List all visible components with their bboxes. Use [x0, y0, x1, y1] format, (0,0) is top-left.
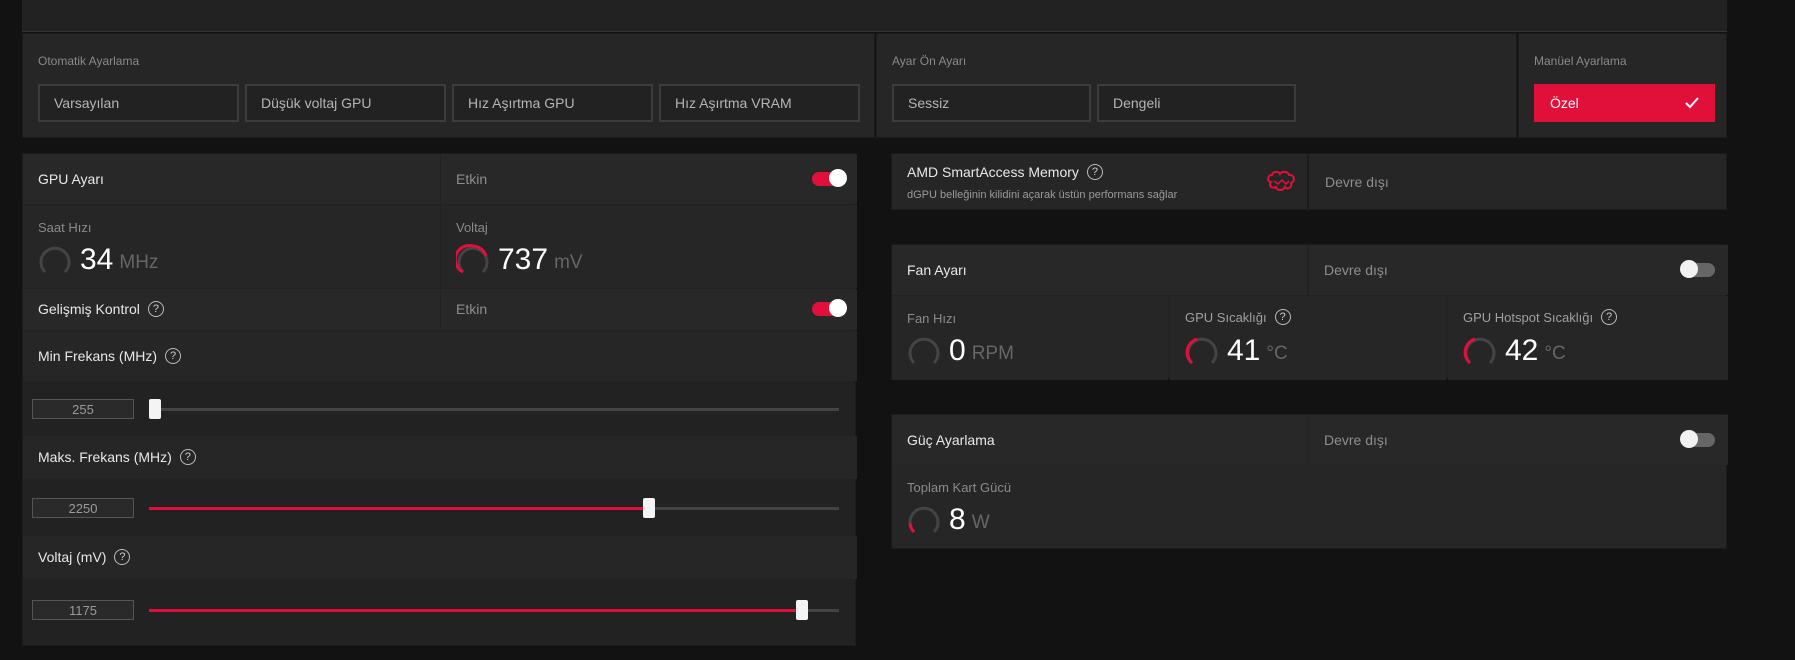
fan-speed-cell: Fan Hızı 0 RPM [892, 296, 1168, 380]
preset-panel: Ayar Ön Ayarı Sessiz Dengeli [876, 33, 1517, 138]
preset-overclock-vram-button[interactable]: Hız Aşırtma VRAM [659, 84, 860, 122]
fan-speed-unit: RPM [971, 343, 1014, 364]
gpu-temperature-value: 41 [1227, 334, 1261, 367]
manual-tuning-title: Manüel Ayarlama [1534, 54, 1627, 68]
power-tuning-title: Güç Ayarlama [907, 432, 995, 448]
voltage-mv-slider[interactable] [23, 583, 857, 638]
fan-speed-label: Fan Hızı [907, 311, 957, 326]
gpu-hotspot-value: 42 [1505, 334, 1539, 367]
gpu-tuning-title: GPU Ayarı [38, 171, 104, 187]
voltage-mv-slider-row: 1175 [23, 580, 857, 635]
hotspot-gauge-icon [1463, 337, 1496, 365]
voltage-label: Voltaj [456, 220, 488, 235]
fan-tuning-toggle[interactable] [1680, 260, 1715, 278]
preset-undervolt-gpu-button[interactable]: Düşük voltaj GPU [245, 84, 446, 122]
checkmark-icon [1685, 97, 1699, 109]
total-board-power-label: Toplam Kart Gücü [907, 480, 1012, 495]
voltage-value: 737 [498, 243, 549, 276]
help-icon[interactable]: ? [147, 301, 164, 317]
power-tuning-panel: Güç Ayarlama Devre dışı Toplam Kart Gücü… [891, 414, 1728, 549]
slider-fill [149, 609, 802, 612]
min-frequency-label: Min Frekans (MHz) [38, 348, 158, 364]
gpu-tuning-header: GPU Ayarı [23, 154, 440, 204]
auto-tuning-panel: Otomatik Ayarlama Varsayılan Düşük volta… [22, 33, 875, 138]
preset-default-button[interactable]: Varsayılan [38, 84, 239, 122]
manual-tuning-panel: Manüel Ayarlama Özel [1518, 33, 1727, 138]
gpu-tuning-state-cell: Etkin [441, 154, 857, 204]
fan-gauge-icon [908, 337, 940, 365]
preset-overclock-gpu-button[interactable]: Hız Aşırtma GPU [452, 84, 653, 122]
fan-tuning-state-cell: Devre dışı [1309, 245, 1728, 295]
help-icon[interactable]: ? [1274, 309, 1291, 325]
fan-tuning-title: Fan Ayarı [907, 262, 967, 278]
advanced-control-label: Gelişmiş Kontrol [38, 301, 140, 317]
custom-preset-button[interactable]: Özel [1534, 84, 1715, 122]
voltage-unit: mV [554, 252, 583, 273]
max-frequency-slider-row: 2250 [23, 480, 857, 535]
gpu-hotspot-label: GPU Hotspot Sıcaklığı [1463, 309, 1594, 325]
help-icon[interactable]: ? [1086, 164, 1103, 180]
total-board-power-value: 8 [949, 503, 966, 536]
slider-thumb[interactable] [795, 600, 808, 620]
voltage-mv-header: Voltaj (mV) ? [23, 536, 857, 579]
advanced-control-cell: Gelişmiş Kontrol ? [23, 289, 440, 330]
min-frequency-header: Min Frekans (MHz) ? [23, 331, 857, 381]
slider-thumb[interactable] [643, 498, 656, 518]
voltage-gauge-icon [456, 244, 489, 274]
voltage-mv-label: Voltaj (mV) [38, 549, 107, 565]
slider-fill [149, 507, 650, 510]
voltage-cell: Voltaj 737 mV [441, 205, 857, 288]
power-gauge-icon [908, 506, 940, 534]
clock-speed-value: 34 [80, 243, 114, 276]
advanced-control-toggle[interactable] [812, 299, 847, 317]
power-tuning-header: Güç Ayarlama [892, 415, 1307, 465]
preset-balanced-button[interactable]: Dengeli [1097, 84, 1296, 122]
help-icon[interactable]: ? [165, 348, 182, 364]
clock-speed-unit: MHz [119, 252, 159, 273]
preset-quiet-button[interactable]: Sessiz [892, 84, 1091, 122]
slider-track [149, 408, 839, 411]
auto-tuning-title: Otomatik Ayarlama [38, 54, 140, 68]
gpu-tuning-panel: GPU Ayarı Etkin Saat Hızı 34 MHz Voltaj … [22, 153, 857, 646]
help-icon[interactable]: ? [114, 549, 131, 565]
power-tuning-toggle[interactable] [1680, 430, 1715, 448]
fan-tuning-panel: Fan Ayarı Devre dışı Fan Hızı 0 RPM GPU … [891, 244, 1728, 380]
max-frequency-header: Maks. Frekans (MHz) ? [23, 436, 857, 479]
fan-tuning-header: Fan Ayarı [892, 245, 1307, 295]
preset-title: Ayar Ön Ayarı [892, 54, 967, 68]
gpu-temperature-cell: GPU Sıcaklığı ? 41 °C [1170, 296, 1446, 380]
advanced-control-state-cell: Etkin [441, 289, 857, 330]
smartaccess-memory-title: AMD SmartAccess Memory [907, 164, 1079, 180]
gpu-tuning-state: Etkin [456, 171, 488, 187]
help-icon[interactable]: ? [179, 449, 196, 465]
clock-gauge-icon [39, 246, 71, 274]
gpu-hotspot-cell: GPU Hotspot Sıcaklığı ? 42 °C [1448, 296, 1728, 380]
max-frequency-slider[interactable] [23, 481, 857, 536]
power-tuning-state-cell: Devre dışı [1309, 415, 1728, 465]
max-frequency-label: Maks. Frekans (MHz) [38, 449, 172, 465]
temperature-gauge-icon [1185, 337, 1218, 365]
cell-divider [1307, 154, 1309, 211]
gpu-temperature-label: GPU Sıcaklığı [1185, 309, 1267, 325]
fan-tuning-state: Devre dışı [1324, 262, 1388, 278]
custom-preset-label: Özel [1550, 95, 1579, 111]
advanced-control-state: Etkin [456, 301, 488, 317]
brain-icon [1267, 170, 1295, 191]
gpu-hotspot-unit: °C [1544, 343, 1566, 364]
smartaccess-memory-panel: AMD SmartAccess Memory ? dGPU belleğinin… [891, 153, 1727, 211]
clock-speed-label: Saat Hızı [38, 220, 92, 235]
fan-speed-value: 0 [949, 334, 966, 367]
smartaccess-memory-description: dGPU belleğinin kilidini açarak üstün pe… [907, 189, 1178, 201]
min-frequency-slider-row: 255 [23, 382, 857, 435]
help-icon[interactable]: ? [1601, 309, 1618, 325]
smartaccess-memory-state: Devre dışı [1325, 174, 1389, 190]
total-board-power-unit: W [971, 512, 990, 533]
min-frequency-slider[interactable] [23, 382, 857, 435]
slider-thumb[interactable] [149, 399, 161, 419]
power-tuning-state: Devre dışı [1324, 432, 1388, 448]
gpu-tuning-toggle[interactable] [812, 169, 847, 187]
gpu-temperature-unit: °C [1266, 343, 1288, 364]
clock-speed-cell: Saat Hızı 34 MHz [23, 205, 440, 288]
top-header-bar [22, 0, 1727, 32]
